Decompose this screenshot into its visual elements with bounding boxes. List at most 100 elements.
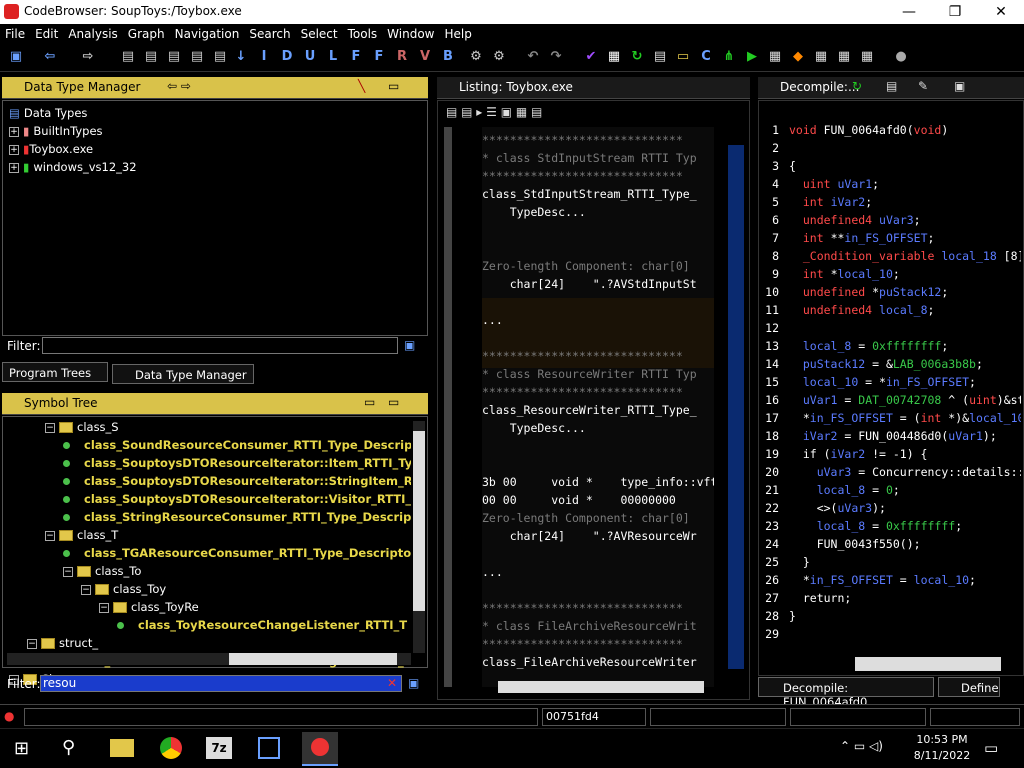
- tree-node-data-types[interactable]: ▤ Data Types: [9, 104, 419, 122]
- listing-line[interactable]: *****************************: [482, 131, 714, 149]
- decompile-line[interactable]: 22 <>(uVar3);: [763, 499, 1021, 517]
- chat-icon[interactable]: ●: [893, 49, 909, 65]
- decompile-line[interactable]: 28}: [763, 607, 1021, 625]
- decompile-line[interactable]: 4 uint uVar1;: [763, 175, 1021, 193]
- collapse-icon[interactable]: ▭: [388, 79, 399, 93]
- menu-search[interactable]: Search: [244, 24, 295, 41]
- listing-line[interactable]: 00 00 void * 00000000: [482, 491, 714, 509]
- menu-tools[interactable]: Tools: [343, 24, 383, 41]
- listing-line[interactable]: * class FileArchiveResourceWrit: [482, 617, 714, 635]
- file-explorer-icon[interactable]: [110, 739, 134, 757]
- nav-icon-3[interactable]: ▤: [166, 49, 182, 65]
- tab-decompile[interactable]: Decompile: FUN_0064afd0: [758, 677, 934, 709]
- calc-icon[interactable]: ▦: [606, 49, 622, 65]
- tree-folder-node[interactable]: − struct_: [7, 634, 411, 652]
- listing-line[interactable]: *****************************: [482, 383, 714, 401]
- listing-hscroll[interactable]: [498, 681, 704, 693]
- tree-leaf-node[interactable]: class_StringResourceConsumer_RTTI_Type_D…: [7, 508, 411, 526]
- instruction-icon[interactable]: I: [256, 49, 272, 65]
- label-icon[interactable]: L: [325, 49, 341, 65]
- flow-icon[interactable]: F: [371, 49, 387, 65]
- back-arrow-icon[interactable]: ⇦ ⇨: [167, 79, 191, 93]
- decompile-line[interactable]: 27 return;: [763, 589, 1021, 607]
- tool-icon-2[interactable]: ⚙: [491, 49, 507, 65]
- tree-leaf-node[interactable]: class_ToyResourceChangeListener_RTTI_T: [7, 616, 411, 634]
- edit-icon[interactable]: ✎: [918, 79, 928, 93]
- filter-options-icon[interactable]: ▣: [408, 676, 419, 690]
- symbol-tree-scrollbar[interactable]: [413, 421, 425, 653]
- nav-icon-4[interactable]: ▤: [189, 49, 205, 65]
- decompile-line[interactable]: 12: [763, 319, 1021, 337]
- tool-icon-1[interactable]: ⚙: [468, 49, 484, 65]
- tree-node-toybox[interactable]: + ▮Toybox.exe: [9, 140, 419, 158]
- listing-line[interactable]: ...: [482, 311, 714, 329]
- bookmark-icon[interactable]: B: [440, 49, 456, 65]
- listing-line[interactable]: class_ResourceWriter_RTTI_Type_: [482, 401, 714, 419]
- listing-line[interactable]: * class StdInputStream RTTI Typ: [482, 149, 714, 167]
- tray-icons[interactable]: ⌃ ▭ ◁): [840, 739, 883, 753]
- decompile-line[interactable]: 11 undefined4 local_8;: [763, 301, 1021, 319]
- expand-icon[interactable]: −: [81, 584, 91, 595]
- listing-line[interactable]: [482, 581, 714, 599]
- expand-icon[interactable]: −: [45, 530, 55, 541]
- tree-leaf-node[interactable]: class_SouptoysDTOResourceIterator::Strin…: [7, 472, 411, 490]
- refresh-icon[interactable]: ↻: [629, 49, 645, 65]
- clock-date[interactable]: 8/11/2022: [912, 749, 972, 762]
- table-icon-3[interactable]: ▦: [859, 49, 875, 65]
- listing-line[interactable]: *****************************: [482, 167, 714, 185]
- menu-edit[interactable]: Edit: [30, 24, 63, 41]
- menu-analysis[interactable]: Analysis: [63, 24, 122, 41]
- decompile-line[interactable]: 2: [763, 139, 1021, 157]
- refresh-icon[interactable]: ▭: [388, 395, 399, 409]
- tree-leaf-node[interactable]: class_TGAResourceConsumer_RTTI_Type_Desc…: [7, 544, 411, 562]
- dtm-filter-input[interactable]: [42, 337, 398, 354]
- decompile-line[interactable]: 13 local_8 = 0xffffffff;: [763, 337, 1021, 355]
- listing-line[interactable]: Zero-length Component: char[0]: [482, 257, 714, 275]
- 7zip-icon[interactable]: 7z: [206, 737, 232, 759]
- refresh-icon[interactable]: ↻: [852, 79, 862, 93]
- listing-line[interactable]: [482, 545, 714, 563]
- expand-icon[interactable]: −: [27, 638, 37, 649]
- expand-icon[interactable]: −: [45, 422, 55, 433]
- nav-icon-2[interactable]: ▤: [143, 49, 159, 65]
- decompile-line[interactable]: 1 void FUN_0064afd0(void): [763, 121, 1021, 139]
- diamond-icon[interactable]: ◆: [790, 49, 806, 65]
- tree-node-builtin[interactable]: + ▮ BuiltInTypes: [9, 122, 419, 140]
- decompile-line[interactable]: 5 int iVar2;: [763, 193, 1021, 211]
- decompile-line[interactable]: 7 int **in_FS_OFFSET;: [763, 229, 1021, 247]
- clear-filter-icon[interactable]: ✕: [387, 676, 397, 690]
- expand-icon[interactable]: +: [9, 126, 19, 137]
- copy-icon[interactable]: ▤: [886, 79, 897, 93]
- listing-line[interactable]: [482, 455, 714, 473]
- symbol-tree-hscroll[interactable]: [7, 653, 411, 665]
- decompile-line[interactable]: 29: [763, 625, 1021, 641]
- decompile-line[interactable]: 23 local_8 = 0xffffffff;: [763, 517, 1021, 535]
- listing-line[interactable]: * class ResourceWriter RTTI Typ: [482, 365, 714, 383]
- c-icon[interactable]: C: [698, 49, 714, 65]
- chrome-icon[interactable]: [160, 737, 182, 759]
- listing-overview-bar[interactable]: [728, 145, 744, 669]
- ghidra-taskbar-icon[interactable]: [302, 732, 338, 766]
- menu-help[interactable]: Help: [440, 24, 477, 41]
- tree-folder-node[interactable]: − class_S: [7, 418, 411, 436]
- expand-icon[interactable]: −: [63, 566, 73, 577]
- listing-line[interactable]: char[24] ".?AVStdInputSt: [482, 275, 714, 293]
- decompile-line[interactable]: 21 local_8 = 0;: [763, 481, 1021, 499]
- decompile-line[interactable]: 15 local_10 = *in_FS_OFFSET;: [763, 373, 1021, 391]
- listing-line[interactable]: class_FileArchiveResourceWriter: [482, 653, 714, 671]
- expand-icon[interactable]: +: [9, 162, 19, 173]
- save-icon[interactable]: ▣: [8, 49, 24, 65]
- decompile-line[interactable]: 19 if (iVar2 != -1) {: [763, 445, 1021, 463]
- listing-line[interactable]: TypeDesc...: [482, 419, 714, 437]
- tree-folder-node[interactable]: − class_Toy: [7, 580, 411, 598]
- notification-icon[interactable]: ▭: [984, 739, 998, 757]
- nav-icon-1[interactable]: ▤: [120, 49, 136, 65]
- snapshot-icon[interactable]: ▣: [954, 79, 965, 93]
- minimize-button[interactable]: —: [886, 0, 932, 24]
- menu-navigation[interactable]: Navigation: [170, 24, 245, 41]
- grid-icon[interactable]: ▦: [767, 49, 783, 65]
- listing-line[interactable]: [482, 437, 714, 455]
- filter-options-icon[interactable]: ▣: [404, 338, 415, 352]
- decompile-line[interactable]: 26 *in_FS_OFFSET = local_10;: [763, 571, 1021, 589]
- decompile-line[interactable]: 18 iVar2 = FUN_004486d0(uVar1);: [763, 427, 1021, 445]
